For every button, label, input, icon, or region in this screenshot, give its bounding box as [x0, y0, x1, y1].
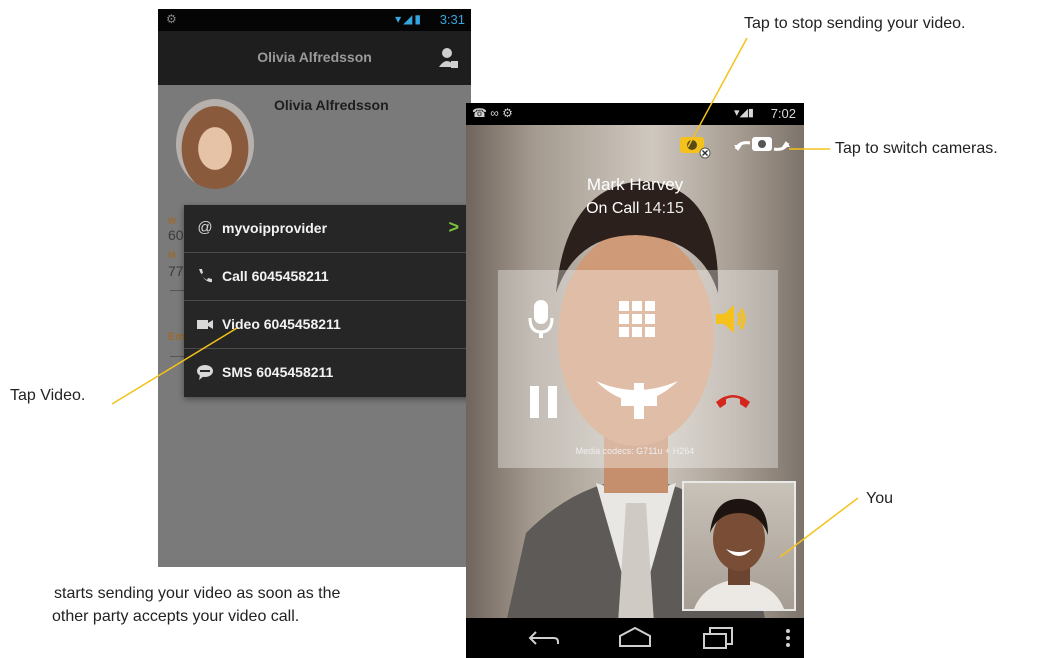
caption: starts sending your video as soon as the… — [52, 582, 340, 628]
callout-lines — [111, 37, 859, 558]
caption-line-2: other party accepts your video call. — [52, 608, 300, 625]
caption-line-1: starts sending your video as soon as the — [54, 585, 341, 602]
annotation-tap-video: Tap Video. — [10, 387, 86, 404]
annotation-switch-cameras: Tap to switch cameras. — [835, 140, 998, 157]
callout-line-video — [111, 327, 238, 405]
annotation-stop-video: Tap to stop sending your video. — [744, 15, 966, 32]
callout-line-you — [779, 497, 859, 558]
annotation-you: You — [866, 490, 893, 507]
callout-line-stop-video — [687, 37, 748, 148]
